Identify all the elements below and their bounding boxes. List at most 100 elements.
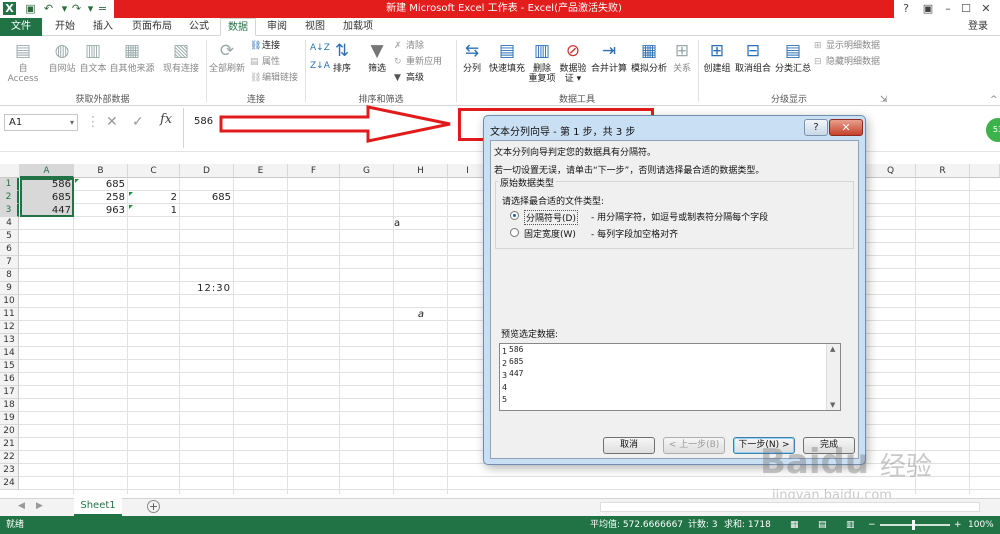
row-header-21[interactable]: 21: [0, 438, 19, 451]
row-header-24[interactable]: 24: [0, 477, 19, 490]
edit-links-button[interactable]: ⛓编辑链接: [250, 72, 298, 84]
from-other-sources-button[interactable]: ▦ 自其他来源: [108, 40, 156, 74]
row-header-5[interactable]: 5: [0, 230, 19, 243]
cell-a2[interactable]: 685: [20, 191, 74, 204]
cell-d9[interactable]: 12:30: [180, 282, 234, 295]
scroll-down-icon[interactable]: ▼: [830, 401, 835, 409]
delimited-label[interactable]: 分隔符号(D): [524, 210, 578, 225]
normal-view-icon[interactable]: ▦: [790, 516, 799, 534]
row-header-16[interactable]: 16: [0, 373, 19, 386]
row-header-3[interactable]: 3: [0, 204, 19, 217]
column-header-d[interactable]: D: [180, 164, 234, 178]
zoom-slider-thumb[interactable]: [912, 520, 915, 530]
column-header-f[interactable]: F: [288, 164, 340, 178]
refresh-all-button[interactable]: ⟳ 全部刷新: [208, 40, 246, 74]
column-header-i[interactable]: I: [448, 164, 488, 178]
close-button[interactable]: ✕: [978, 1, 994, 17]
tab-view[interactable]: 视图: [298, 18, 332, 36]
row-header-14[interactable]: 14: [0, 347, 19, 360]
scroll-up-icon[interactable]: ▲: [830, 345, 835, 353]
consolidate-button[interactable]: ⇥ 合并计算: [590, 40, 628, 74]
save-icon[interactable]: ▣: [24, 2, 37, 15]
row-header-12[interactable]: 12: [0, 321, 19, 334]
sheet-tab-sheet1[interactable]: Sheet1: [74, 498, 122, 516]
from-access-button[interactable]: ▤ 自 Access: [2, 40, 44, 84]
row-header-15[interactable]: 15: [0, 360, 19, 373]
delimited-radio[interactable]: [510, 211, 519, 220]
tab-addins[interactable]: 加载项: [336, 18, 380, 36]
column-header-r[interactable]: R: [916, 164, 970, 178]
relationships-button[interactable]: ⊞ 关系: [670, 40, 694, 74]
row-header-6[interactable]: 6: [0, 243, 19, 256]
help-button[interactable]: ?: [898, 1, 914, 17]
subtotal-button[interactable]: ▤ 分类汇总: [774, 40, 812, 74]
column-header-b[interactable]: B: [74, 164, 128, 178]
chevron-down-icon[interactable]: ▾: [70, 115, 74, 130]
column-header-q[interactable]: Q: [866, 164, 916, 178]
column-header-a[interactable]: A: [20, 164, 74, 178]
from-web-button[interactable]: ◍ 自网站: [46, 40, 78, 74]
insert-function-icon[interactable]: fx: [160, 112, 172, 127]
fixed-width-label[interactable]: 固定宽度(W): [524, 227, 576, 240]
row-header-11[interactable]: 11: [0, 308, 19, 321]
row-header-17[interactable]: 17: [0, 386, 19, 399]
column-header-h[interactable]: H: [394, 164, 448, 178]
add-sheet-button[interactable]: +: [147, 500, 160, 513]
collapse-ribbon-icon[interactable]: ^: [990, 94, 998, 106]
preview-box[interactable]: 1 2 3 4 5 586 685 447 ▲ ▼: [499, 343, 841, 411]
enter-formula-icon[interactable]: ✓: [132, 114, 144, 131]
reapply-button[interactable]: ↻ 重新应用: [394, 56, 442, 68]
existing-connections-button[interactable]: ▧ 现有连接: [160, 40, 202, 74]
what-if-analysis-button[interactable]: ▦ 模拟分析: [630, 40, 668, 74]
select-all-corner[interactable]: [0, 164, 20, 178]
error-indicator[interactable]: [129, 205, 133, 209]
ungroup-button[interactable]: ⊟ 取消组合: [734, 40, 772, 74]
properties-button[interactable]: ▤ 属性: [250, 56, 280, 68]
tab-page-layout[interactable]: 页面布局: [126, 18, 178, 36]
cancel-button[interactable]: 取消: [603, 437, 655, 454]
zoom-level[interactable]: 100%: [968, 516, 994, 534]
tab-data[interactable]: 数据: [220, 18, 256, 36]
tab-file[interactable]: 文件: [0, 18, 42, 36]
remove-duplicates-button[interactable]: ▥ 删除 重复项: [528, 40, 556, 84]
undo-icon[interactable]: ↶: [42, 2, 55, 15]
maximize-button[interactable]: ☐: [958, 1, 974, 17]
column-header-c[interactable]: C: [128, 164, 180, 178]
name-box[interactable]: A1 ▾: [4, 114, 78, 131]
cell-b1[interactable]: 685: [74, 178, 128, 191]
row-header-23[interactable]: 23: [0, 464, 19, 477]
fixed-width-radio[interactable]: [510, 228, 519, 237]
cell-h4[interactable]: a: [394, 217, 448, 230]
outline-dialog-launcher-icon[interactable]: ⇲: [880, 94, 888, 106]
ribbon-options-button[interactable]: ▣: [920, 1, 936, 17]
row-header-10[interactable]: 10: [0, 295, 19, 308]
page-break-view-icon[interactable]: ▥: [846, 516, 855, 534]
cell-a1[interactable]: 586: [20, 178, 74, 191]
clear-filter-button[interactable]: ✗ 清除: [394, 40, 424, 52]
cell-c2[interactable]: 2: [128, 191, 180, 204]
row-header-13[interactable]: 13: [0, 334, 19, 347]
advanced-filter-button[interactable]: ▼ 高级: [394, 72, 424, 84]
customize-qat-icon[interactable]: =: [96, 2, 109, 15]
hide-detail-button[interactable]: ⊟ 隐藏明细数据: [814, 56, 880, 68]
text-to-columns-button[interactable]: ⇆ 分列: [460, 40, 484, 74]
prev-sheet-icon[interactable]: ◀: [18, 501, 25, 511]
back-button[interactable]: < 上一步(B): [663, 437, 725, 454]
row-header-20[interactable]: 20: [0, 425, 19, 438]
error-indicator[interactable]: [129, 192, 133, 196]
cell-b2[interactable]: 258: [74, 191, 128, 204]
zoom-in-icon[interactable]: +: [954, 516, 962, 534]
horizontal-scrollbar[interactable]: [600, 502, 980, 512]
cell-h11[interactable]: a: [394, 308, 448, 321]
dialog-close-button[interactable]: ✕: [829, 119, 863, 136]
row-header-9[interactable]: 9: [0, 282, 19, 295]
dialog-help-button[interactable]: ?: [804, 119, 828, 136]
cell-a3[interactable]: 447: [20, 204, 74, 217]
row-header-19[interactable]: 19: [0, 412, 19, 425]
data-validation-button[interactable]: ⊘ 数据验证 ▾: [558, 40, 588, 84]
minimize-button[interactable]: –: [940, 1, 956, 17]
sort-button[interactable]: ⇅ 排序: [330, 40, 354, 74]
group-button[interactable]: ⊞ 创建组: [702, 40, 732, 74]
zoom-slider[interactable]: [880, 520, 950, 530]
error-indicator[interactable]: [75, 179, 79, 183]
